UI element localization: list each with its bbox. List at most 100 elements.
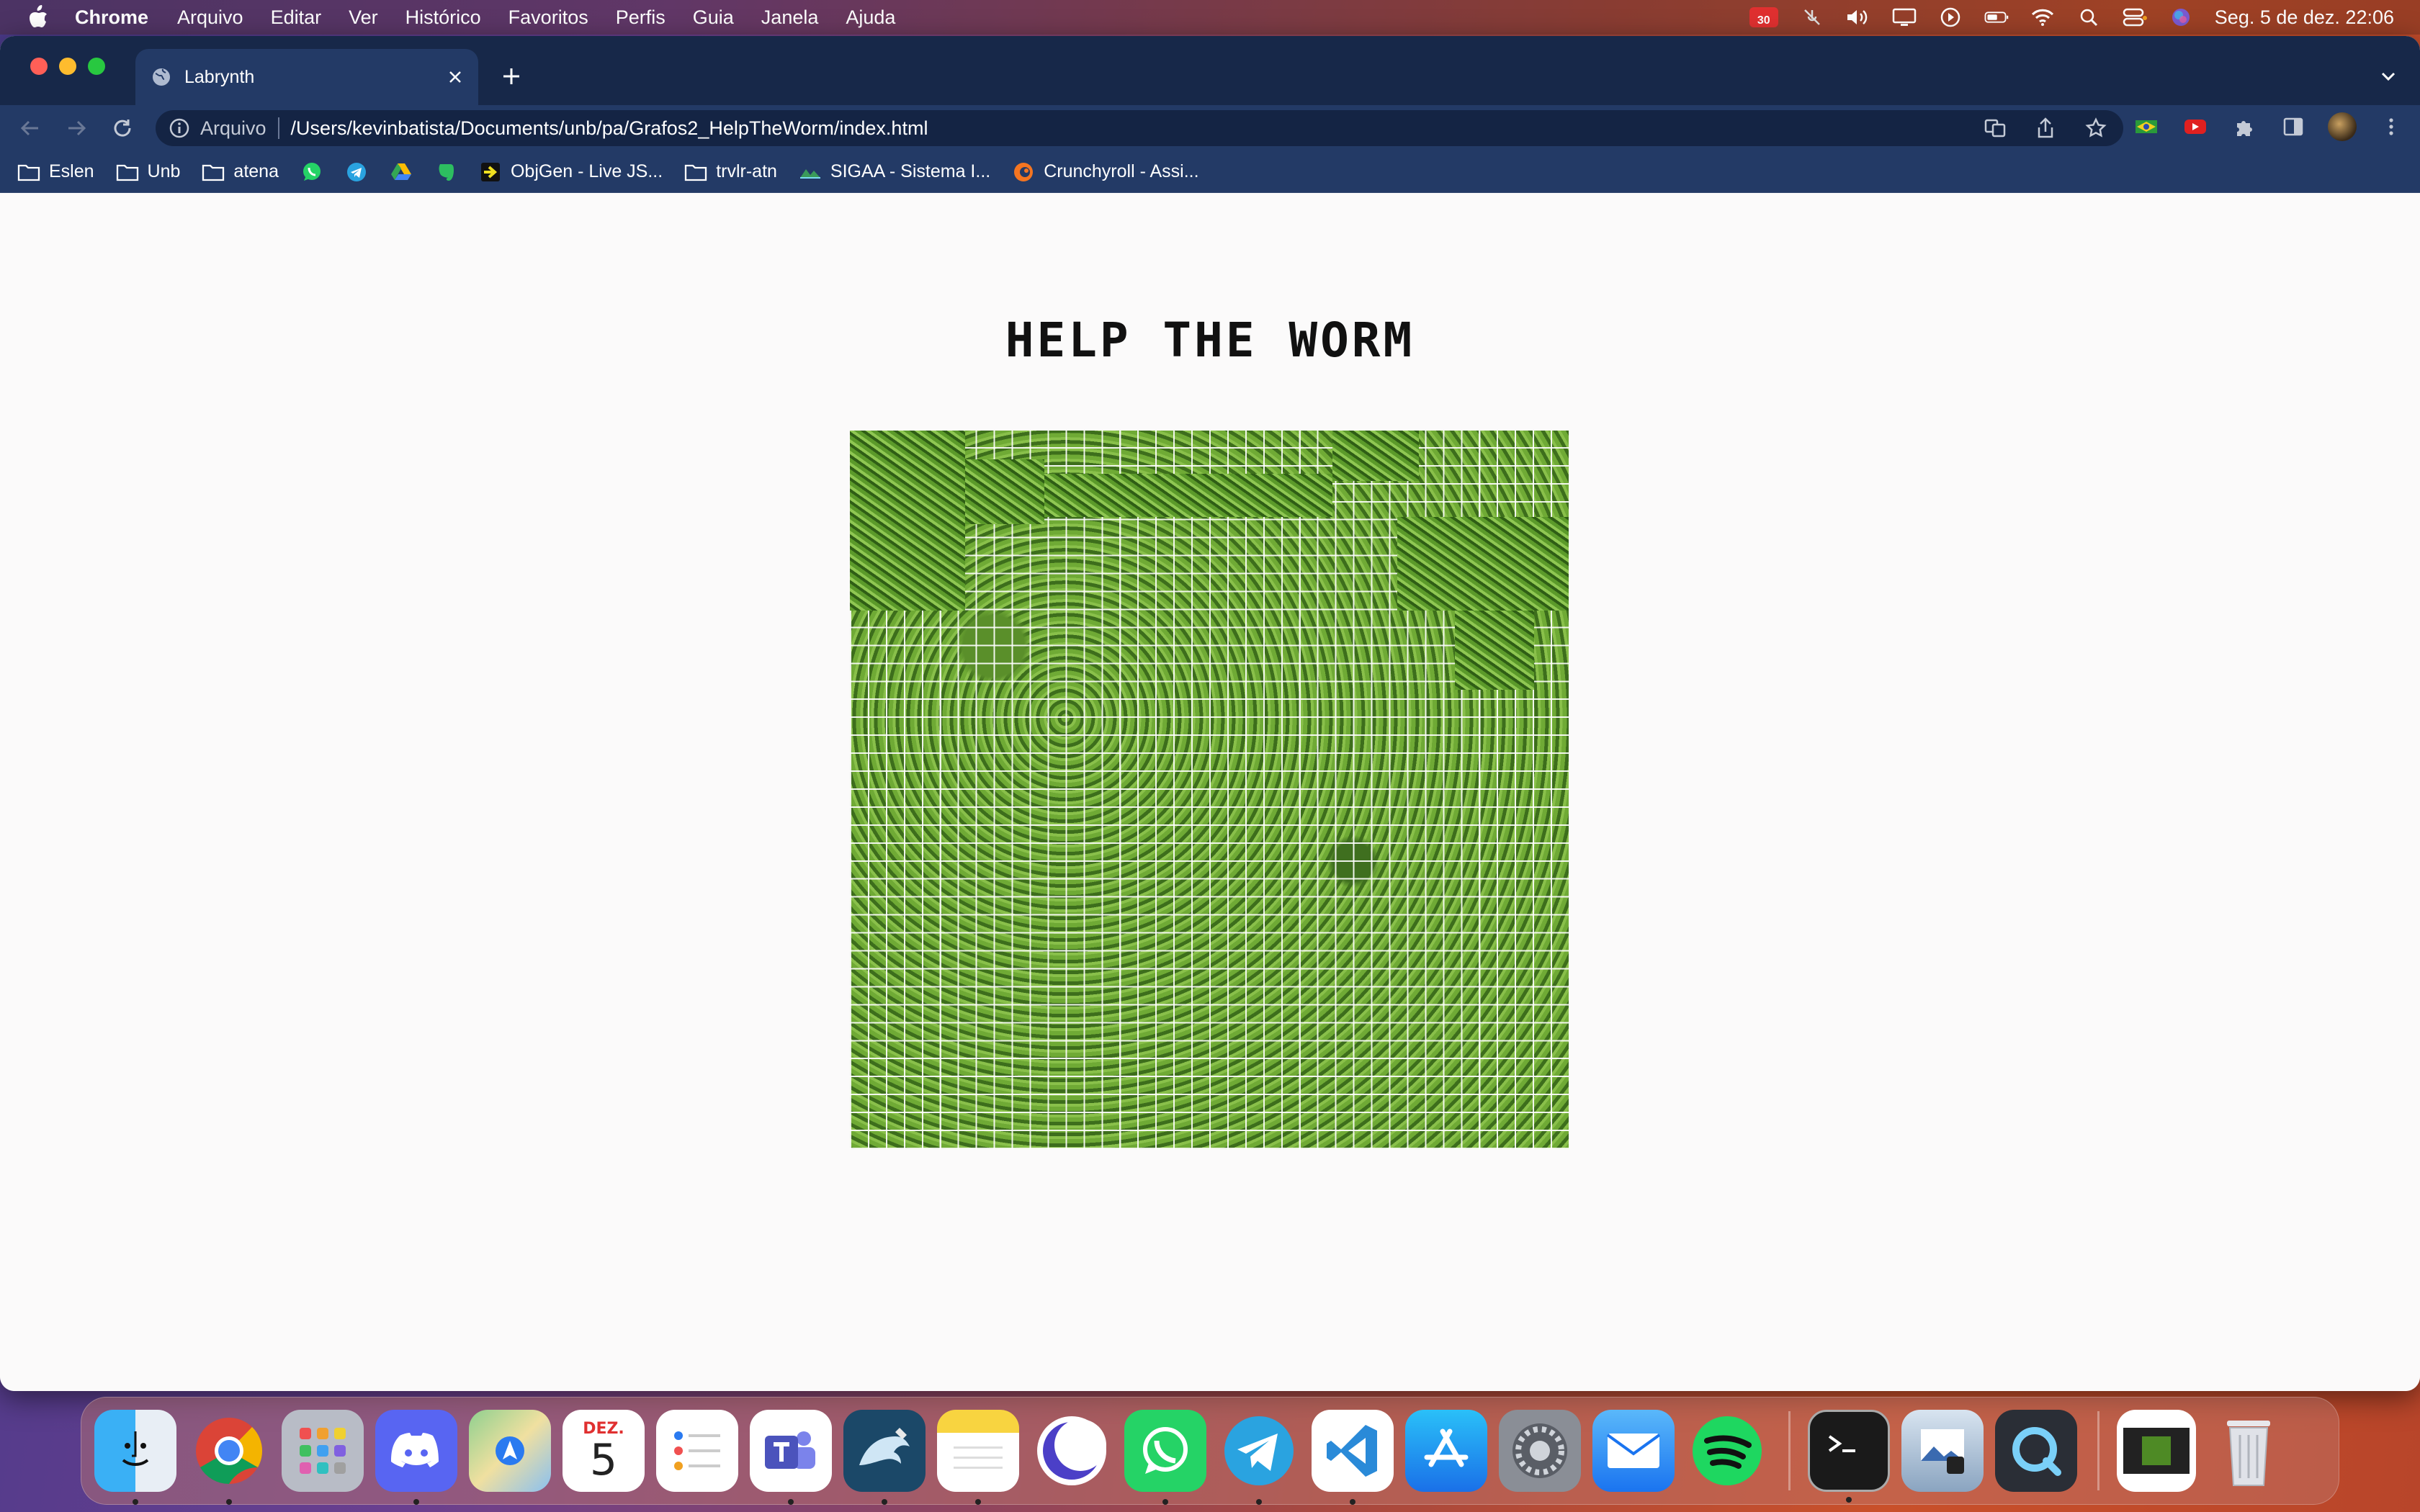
dock-chrome-icon[interactable] xyxy=(188,1410,270,1505)
dock-launchpad-icon[interactable] xyxy=(282,1410,364,1492)
dock-notes-icon[interactable] xyxy=(937,1410,1019,1505)
play-icon[interactable] xyxy=(1938,7,1963,27)
kebab-menu-icon[interactable] xyxy=(2377,112,2406,141)
battery-icon[interactable] xyxy=(1984,8,2009,27)
dock-mail-icon[interactable] xyxy=(1592,1410,1675,1492)
folder-icon xyxy=(17,162,40,182)
bookmark-evernote[interactable] xyxy=(434,156,457,188)
dock-system-preferences-icon[interactable] xyxy=(1499,1410,1581,1492)
notification-badge-icon[interactable]: 30 xyxy=(1749,7,1778,27)
dock-preview-icon[interactable] xyxy=(1901,1410,1984,1492)
menu-bar: Chrome Arquivo Editar Ver Histórico Favo… xyxy=(0,0,2420,35)
apple-menu-icon[interactable] xyxy=(27,5,49,30)
volume-icon[interactable] xyxy=(1846,8,1870,27)
dock-app-store-icon[interactable] xyxy=(1405,1410,1487,1492)
evernote-icon xyxy=(434,162,457,182)
menu-app-name[interactable]: Chrome xyxy=(75,6,148,29)
dock-finder-icon[interactable] xyxy=(94,1410,176,1505)
share-icon[interactable] xyxy=(2031,114,2060,143)
dock-whatsapp-icon[interactable] xyxy=(1124,1410,1206,1505)
menu-clock[interactable]: Seg. 5 de dez. 22:06 xyxy=(2215,6,2394,29)
bookmark-label: ObjGen - Live JS... xyxy=(510,161,663,181)
address-bar[interactable]: Arquivo /Users/kevinbatista/Documents/un… xyxy=(156,110,2123,146)
running-indicator xyxy=(975,1499,981,1505)
running-indicator xyxy=(226,1499,232,1505)
translate-icon[interactable] xyxy=(1981,114,2009,143)
menu-perfis[interactable]: Perfis xyxy=(616,6,666,29)
wifi-icon[interactable] xyxy=(2030,8,2055,27)
new-tab-icon[interactable] xyxy=(497,62,526,91)
running-indicator xyxy=(133,1499,138,1505)
forward-arrow-icon[interactable] xyxy=(60,112,92,144)
running-indicator xyxy=(1256,1499,1262,1505)
menu-janela[interactable]: Janela xyxy=(761,6,819,29)
telegram-icon xyxy=(345,162,368,182)
dock-terminal-icon[interactable] xyxy=(1808,1410,1890,1503)
bookmark-label: SIGAA - Sistema I... xyxy=(830,161,991,181)
extensions-area xyxy=(2132,112,2406,141)
dock-spotify-icon[interactable] xyxy=(1686,1410,1768,1492)
window-controls xyxy=(30,58,105,75)
mic-muted-icon[interactable] xyxy=(1800,8,1824,27)
bookmark-google-drive[interactable] xyxy=(390,156,413,188)
objgen-icon xyxy=(479,162,502,182)
control-center-icon[interactable] xyxy=(2123,8,2147,27)
dock-reminders-icon[interactable] xyxy=(656,1410,738,1492)
bookmark-sigaa[interactable]: SIGAA - Sistema I... xyxy=(799,156,990,188)
dock-eclipse-icon[interactable] xyxy=(1031,1410,1113,1492)
spotlight-search-icon[interactable] xyxy=(2076,8,2101,27)
youtube-extension-icon[interactable] xyxy=(2181,112,2210,141)
dock-quicktime-icon[interactable] xyxy=(1995,1410,2077,1492)
bookmark-objgen[interactable]: ObjGen - Live JS... xyxy=(479,156,663,188)
menu-historico[interactable]: Histórico xyxy=(405,6,481,29)
menu-ajuda[interactable]: Ajuda xyxy=(846,6,895,29)
side-panel-icon[interactable] xyxy=(2279,112,2308,141)
menu-ver[interactable]: Ver xyxy=(349,6,378,29)
dock-vscode-icon[interactable] xyxy=(1312,1410,1394,1505)
bookmark-whatsapp[interactable] xyxy=(300,156,323,188)
crunchyroll-icon xyxy=(1012,162,1035,182)
bookmark-eslen[interactable]: Eslen xyxy=(17,156,94,188)
profile-avatar[interactable] xyxy=(2328,112,2357,141)
dock-screenshot-thumbnail-icon[interactable] xyxy=(2117,1410,2196,1492)
dock-discord-icon[interactable] xyxy=(375,1410,457,1505)
menu-editar[interactable]: Editar xyxy=(271,6,322,29)
bookmark-trvlr-atn[interactable]: trvlr-atn xyxy=(684,156,777,188)
close-window-button[interactable] xyxy=(30,58,48,75)
siri-icon[interactable] xyxy=(2169,8,2193,27)
site-info-icon[interactable] xyxy=(169,117,190,139)
bookmark-star-icon[interactable] xyxy=(2081,114,2110,143)
reload-icon[interactable] xyxy=(107,112,138,144)
tab-labrynth[interactable]: Labrynth xyxy=(135,49,478,105)
maze-grid[interactable] xyxy=(850,431,1569,1149)
bookmark-label: Crunchyroll - Assi... xyxy=(1044,161,1199,181)
maze-path-region xyxy=(1397,517,1569,611)
dock-telegram-icon[interactable] xyxy=(1218,1410,1300,1505)
display-icon[interactable] xyxy=(1892,8,1917,27)
dock-teams-icon[interactable] xyxy=(750,1410,832,1505)
menu-arquivo[interactable]: Arquivo xyxy=(177,6,243,29)
bookmark-telegram[interactable] xyxy=(345,156,368,188)
zoom-window-button[interactable] xyxy=(88,58,105,75)
bookmark-crunchyroll[interactable]: Crunchyroll - Assi... xyxy=(1012,156,1199,188)
maze-path-region xyxy=(1455,611,1534,690)
bookmark-unb[interactable]: Unb xyxy=(116,156,181,188)
puzzle-extensions-icon[interactable] xyxy=(2230,112,2259,141)
menu-favoritos[interactable]: Favoritos xyxy=(508,6,588,29)
close-tab-icon[interactable] xyxy=(441,63,470,91)
back-arrow-icon[interactable] xyxy=(14,112,46,144)
dock-calendar-icon[interactable]: DEZ. 5 xyxy=(563,1410,645,1492)
bookmark-label: Unb xyxy=(147,161,181,181)
tab-strip: Labrynth xyxy=(0,36,2420,105)
dock-mysql-workbench-icon[interactable] xyxy=(843,1410,926,1505)
url-separator xyxy=(277,117,279,139)
menu-guia[interactable]: Guia xyxy=(693,6,734,29)
minimize-window-button[interactable] xyxy=(59,58,76,75)
calendar-day: 5 xyxy=(589,1434,618,1485)
tab-search-chevron-icon[interactable] xyxy=(2374,62,2403,91)
url-text[interactable]: /Users/kevinbatista/Documents/unb/pa/Gra… xyxy=(291,117,928,140)
dock-maps-icon[interactable] xyxy=(469,1410,551,1492)
bookmark-atena[interactable]: atena xyxy=(202,156,279,188)
flag-extension-icon[interactable] xyxy=(2132,112,2161,141)
dock-trash-icon[interactable] xyxy=(2208,1410,2290,1492)
